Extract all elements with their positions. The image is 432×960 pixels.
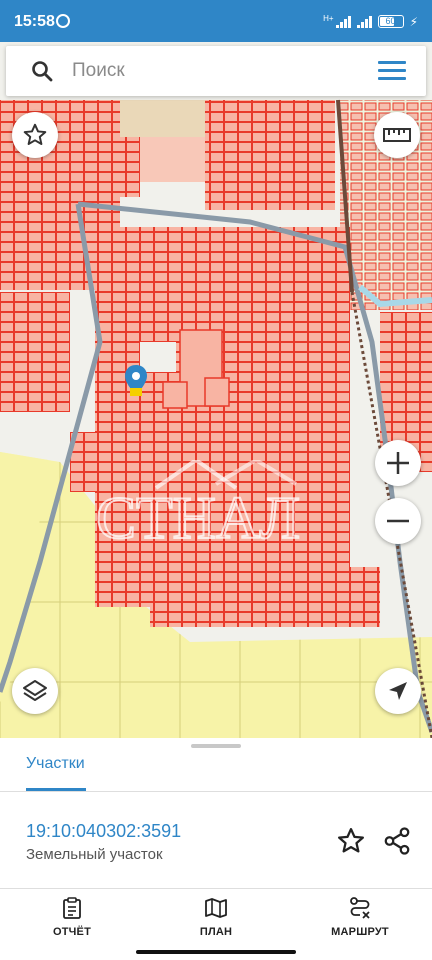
search-bar (6, 46, 426, 96)
sheet-drag-handle[interactable] (191, 744, 241, 748)
map-icon (205, 898, 227, 918)
status-time: 15:58 (14, 13, 55, 30)
search-input[interactable] (72, 58, 362, 84)
zoom-in-icon (387, 452, 409, 474)
nav-plan[interactable]: ПЛАН (156, 896, 276, 946)
status-bar: 15:58 H+ 60 ⚡ (0, 0, 432, 42)
map-view[interactable]: СТНАЛ (0, 42, 432, 738)
ruler-icon (383, 128, 411, 142)
report-icon (63, 897, 81, 919)
nav-report[interactable]: ОТЧЁТ (12, 896, 132, 946)
nav-route-label: МАРШРУТ (331, 926, 389, 938)
home-indicator[interactable] (136, 950, 296, 954)
map-canvas[interactable] (0, 42, 432, 738)
divider (0, 888, 432, 889)
ruler-button[interactable] (374, 112, 420, 158)
network-type: H+ (323, 14, 334, 23)
battery-icon: 60 (377, 15, 404, 28)
zoom-out-button[interactable] (375, 498, 421, 544)
charging-icon: ⚡ (409, 14, 418, 29)
alarm-icon (56, 14, 70, 28)
watermark: СТНАЛ (95, 457, 336, 552)
my-location-button[interactable] (375, 668, 421, 714)
divider (0, 791, 432, 792)
watermark-logo: СТНАЛ (95, 457, 301, 552)
share-icon[interactable] (382, 826, 412, 856)
search-icon[interactable] (30, 59, 54, 83)
watermark-text: СТНАЛ (96, 485, 300, 542)
tab-parcels[interactable]: Участки (26, 755, 85, 773)
parcel-type: Земельный участок (26, 846, 163, 863)
favorites-button[interactable] (12, 112, 58, 158)
signal-icon (335, 15, 351, 28)
status-icons: H+ 60 ⚡ (323, 14, 418, 29)
nav-plan-label: ПЛАН (199, 926, 233, 938)
nav-route[interactable]: МАРШРУТ (300, 896, 420, 946)
zoom-out-icon (387, 519, 409, 523)
signal-icon (356, 15, 372, 28)
menu-icon[interactable] (378, 61, 406, 81)
favorite-star-icon[interactable] (336, 826, 366, 856)
route-icon (350, 897, 370, 919)
nav-report-label: ОТЧЁТ (52, 926, 92, 938)
bottom-sheet: Участки 19:10:040302:3591 Земельный учас… (0, 738, 432, 960)
star-icon (23, 123, 47, 145)
parcel-number[interactable]: 19:10:040302:3591 (26, 821, 181, 842)
layers-icon (23, 680, 47, 701)
layers-button[interactable] (12, 668, 58, 714)
locate-icon (389, 682, 407, 700)
battery-level: 60 (385, 16, 396, 26)
zoom-in-button[interactable] (375, 440, 421, 486)
